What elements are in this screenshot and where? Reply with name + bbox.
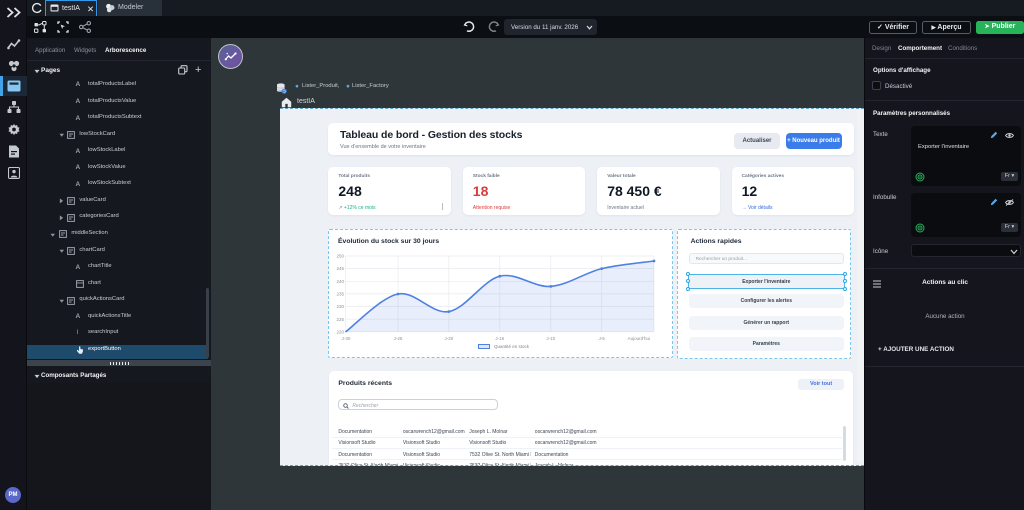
svg-text:J-20: J-20	[445, 336, 454, 341]
svg-text:J-5: J-5	[599, 336, 606, 341]
svg-text:230: 230	[336, 304, 344, 309]
svg-text:220: 220	[336, 329, 344, 334]
svg-text:240: 240	[336, 279, 344, 284]
svg-text:235: 235	[336, 292, 344, 297]
svg-text:Aujourd'hui: Aujourd'hui	[628, 336, 650, 341]
svg-text:J-30: J-30	[342, 336, 351, 341]
svg-text:225: 225	[336, 317, 344, 322]
svg-text:J-25: J-25	[394, 336, 403, 341]
svg-text:J-10: J-10	[546, 336, 555, 341]
svg-text:J-15: J-15	[495, 336, 504, 341]
svg-text:245: 245	[336, 266, 344, 271]
svg-text:250: 250	[336, 254, 344, 259]
